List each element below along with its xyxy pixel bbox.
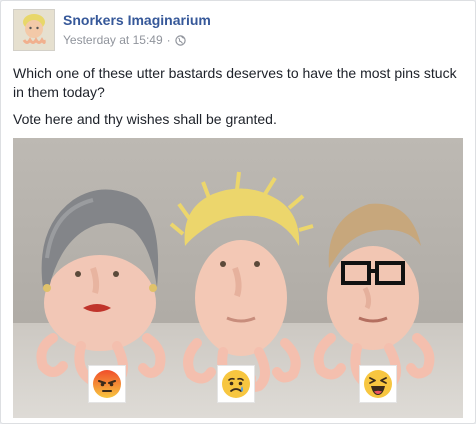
sad-reaction-icon (217, 365, 255, 403)
facebook-post: Snorkers Imaginarium Yesterday at 15:49 … (0, 0, 476, 424)
post-message: Which one of these utter bastards deserv… (13, 64, 463, 137)
right-doll-figure (327, 203, 421, 350)
page-name-link[interactable]: Snorkers Imaginarium (63, 12, 211, 28)
left-doll-figure (41, 189, 159, 351)
globe-icon[interactable] (174, 34, 186, 46)
angry-reaction-icon (88, 365, 126, 403)
avatar-image (14, 10, 54, 50)
meta-separator: · (166, 33, 171, 47)
post-text-line1: Which one of these utter bastards deserv… (13, 65, 457, 100)
post-meta: Yesterday at 15:49 · (63, 33, 186, 47)
post-text-line2: Vote here and thy wishes shall be grante… (13, 111, 277, 127)
haha-reaction-icon (359, 365, 397, 403)
timestamp-link[interactable]: Yesterday at 15:49 (63, 33, 163, 47)
page-avatar[interactable] (13, 9, 55, 51)
post-header: Snorkers Imaginarium Yesterday at 15:49 … (13, 9, 453, 53)
post-photo[interactable] (13, 138, 463, 418)
